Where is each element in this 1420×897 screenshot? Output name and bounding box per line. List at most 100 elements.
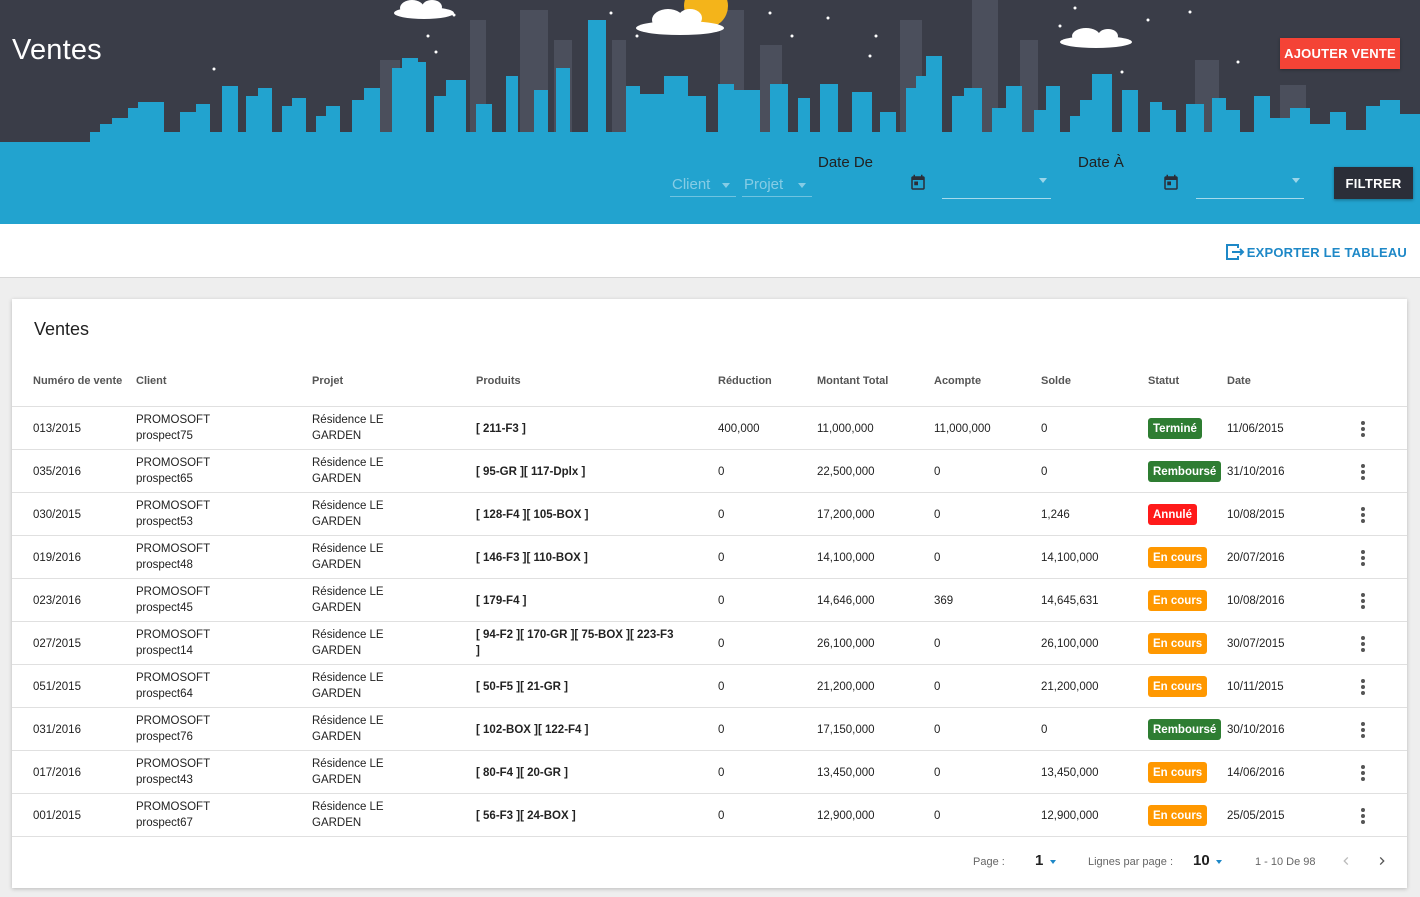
client-select[interactable]: Client [670, 170, 736, 197]
cell-client-line-1: PROMOSOFT [136, 500, 211, 512]
cell-client: PROMOSOFT prospect48 [136, 541, 210, 573]
status-badge: En cours [1148, 676, 1208, 697]
status-badge: Remboursé [1148, 719, 1222, 740]
export-table-link[interactable]: EXPORTER LE TABLEAU [1225, 243, 1407, 261]
cell-projet: Résidence LE GARDEN [312, 670, 384, 702]
cell-solde: 1,246 [1041, 509, 1070, 521]
pagination: Page : 1 Lignes par page : 10 1 - 10 De … [12, 837, 1407, 887]
page-title: Ventes [12, 34, 102, 66]
cell-client-line-1: PROMOSOFT [136, 758, 211, 770]
chevron-down-icon [1292, 178, 1300, 183]
cell-client-line-1: PROMOSOFT [136, 672, 211, 684]
more-vert-icon[interactable] [1361, 808, 1365, 824]
cell-solde: 14,100,000 [1041, 552, 1099, 564]
date-de-input[interactable] [942, 170, 1051, 199]
more-vert-icon[interactable] [1361, 464, 1365, 480]
cell-projet-line-1: Résidence LE [312, 672, 384, 684]
cell-client: PROMOSOFT prospect45 [136, 584, 210, 616]
cell-date: 10/08/2015 [1227, 509, 1285, 521]
date-a-input[interactable] [1196, 170, 1304, 199]
status-badge: En cours [1148, 762, 1208, 783]
chevron-down-icon[interactable] [1050, 860, 1056, 864]
cell-date: 30/07/2015 [1227, 638, 1285, 650]
cell-acompte: 0 [934, 810, 941, 822]
column-header-client[interactable]: Client [136, 375, 167, 387]
more-vert-icon[interactable] [1361, 593, 1365, 609]
cell-projet: Résidence LE GARDEN [312, 455, 384, 487]
status-badge: En cours [1148, 547, 1208, 568]
column-header-numero[interactable]: Numéro de vente [33, 375, 122, 387]
more-vert-icon[interactable] [1361, 722, 1365, 738]
cell-acompte: 0 [934, 466, 941, 478]
cell-projet-line-1: Résidence LE [312, 715, 384, 727]
chevron-down-icon [1039, 178, 1047, 183]
table-row[interactable]: 017/2016 PROMOSOFT prospect43 Résidence LE G… [12, 751, 1407, 794]
cell-solde: 21,200,000 [1041, 681, 1099, 693]
table-row[interactable]: 035/2016 PROMOSOFT prospect65 Résidence LE G… [12, 450, 1407, 493]
cell-projet-line-2: GARDEN [312, 602, 362, 614]
table-row[interactable]: 001/2015 PROMOSOFT prospect67 Résidence LE G… [12, 794, 1407, 837]
header-banner: Ventes AJOUTER VENTE Client Projet Date … [0, 0, 1420, 224]
cell-produits: [ 102-BOX ][ 122-F4 ] [476, 724, 589, 736]
cell-projet-line-1: Résidence LE [312, 758, 384, 770]
cell-projet-line-1: Résidence LE [312, 801, 384, 813]
table-row[interactable]: 030/2015 PROMOSOFT prospect53 Résidence LE G… [12, 493, 1407, 536]
table-title: Ventes [34, 319, 90, 339]
cell-acompte: 11,000,000 [934, 423, 991, 435]
add-sale-button[interactable]: AJOUTER VENTE [1280, 38, 1400, 69]
more-vert-icon[interactable] [1361, 679, 1365, 695]
column-header-statut[interactable]: Statut [1148, 375, 1179, 387]
cell-projet-line-2: GARDEN [312, 430, 362, 442]
more-vert-icon[interactable] [1361, 550, 1365, 566]
cell-projet-line-2: GARDEN [312, 516, 362, 528]
cell-projet: Résidence LE GARDEN [312, 541, 384, 573]
cell-reduction: 0 [718, 724, 725, 736]
cell-montant-total: 14,100,000 [817, 552, 875, 564]
cell-produits: [ 50-F5 ][ 21-GR ] [476, 681, 569, 693]
cell-numero: 019/2016 [33, 552, 81, 564]
column-header-projet[interactable]: Projet [312, 375, 343, 387]
rows-per-page-select[interactable]: 10 [1193, 852, 1210, 869]
status-badge: En cours [1148, 590, 1208, 611]
calendar-icon[interactable] [1162, 174, 1180, 192]
cell-numero: 017/2016 [33, 767, 81, 779]
chevron-left-icon[interactable] [1338, 853, 1354, 869]
column-header-date[interactable]: Date [1227, 375, 1251, 387]
column-header-produits[interactable]: Produits [476, 375, 521, 387]
table-row[interactable]: 027/2015 PROMOSOFT prospect14 Résidence LE G… [12, 622, 1407, 665]
filter-button[interactable]: FILTRER [1334, 167, 1413, 199]
cell-acompte: 0 [934, 638, 941, 650]
page-select[interactable]: 1 [1035, 852, 1043, 869]
cell-projet: Résidence LE GARDEN [312, 498, 384, 530]
more-vert-icon[interactable] [1361, 636, 1365, 652]
more-vert-icon[interactable] [1361, 765, 1365, 781]
table-row[interactable]: 051/2015 PROMOSOFT prospect64 Résidence LE G… [12, 665, 1407, 708]
cell-produits-line-2: ] [476, 645, 480, 657]
cell-client-line-2: prospect64 [136, 688, 193, 700]
column-header-montant-total[interactable]: Montant Total [817, 375, 888, 387]
column-header-acompte[interactable]: Acompte [934, 375, 981, 387]
cell-projet-line-1: Résidence LE [312, 586, 384, 598]
column-header-reduction[interactable]: Réduction [718, 375, 772, 387]
cell-client-line-1: PROMOSOFT [136, 801, 211, 813]
table-row[interactable]: 019/2016 PROMOSOFT prospect48 Résidence LE G… [12, 536, 1407, 579]
table-row[interactable]: 013/2015 PROMOSOFT prospect75 Résidence LE G… [12, 407, 1407, 450]
column-header-solde[interactable]: Solde [1041, 375, 1071, 387]
table-row[interactable]: 023/2016 PROMOSOFT prospect45 Résidence LE G… [12, 579, 1407, 622]
cell-numero: 023/2016 [33, 595, 81, 607]
more-vert-icon[interactable] [1361, 507, 1365, 523]
cell-produits: [ 146-F3 ][ 110-BOX ] [476, 552, 588, 564]
cell-projet-line-1: Résidence LE [312, 629, 384, 641]
cell-montant-total: 17,150,000 [817, 724, 875, 736]
table-toolbar: EXPORTER LE TABLEAU [0, 224, 1420, 278]
cell-numero: 027/2015 [33, 638, 81, 650]
chevron-down-icon[interactable] [1216, 860, 1222, 864]
more-vert-icon[interactable] [1361, 421, 1365, 437]
cell-solde: 13,450,000 [1041, 767, 1099, 779]
projet-select[interactable]: Projet [742, 170, 812, 197]
calendar-icon[interactable] [909, 174, 927, 192]
table-row[interactable]: 031/2016 PROMOSOFT prospect76 Résidence LE G… [12, 708, 1407, 751]
cell-montant-total: 21,200,000 [817, 681, 875, 693]
cell-reduction: 0 [718, 681, 725, 693]
chevron-right-icon[interactable] [1374, 853, 1390, 869]
